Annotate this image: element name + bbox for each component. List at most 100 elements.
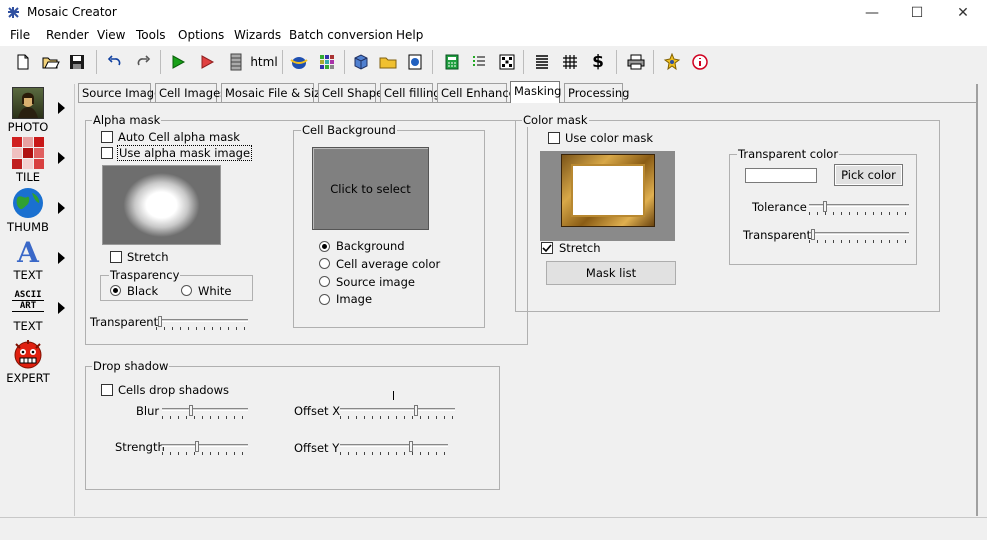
play-green-icon[interactable] xyxy=(167,51,189,73)
dice-grid-icon[interactable] xyxy=(496,51,518,73)
expand-arrow-icon[interactable] xyxy=(58,102,65,114)
sidebar-label-expert: EXPERT xyxy=(6,371,50,385)
tolerance-label: Tolerance xyxy=(752,200,807,214)
sidebar-item-text[interactable]: A TEXT xyxy=(0,234,72,284)
tolerance-slider[interactable] xyxy=(809,201,909,215)
tab-source-image[interactable]: Source Image xyxy=(78,83,161,102)
text-lines-icon[interactable] xyxy=(531,51,553,73)
black-radio-label: Black xyxy=(127,284,159,298)
color-swatch[interactable] xyxy=(745,168,817,183)
menu-render[interactable]: Render xyxy=(46,28,89,42)
redo-icon[interactable] xyxy=(132,51,154,73)
save-icon[interactable] xyxy=(66,51,88,73)
tab-mosaic-file-size[interactable]: Mosaic File & Size xyxy=(221,83,327,102)
html-export-button[interactable]: html xyxy=(250,51,278,73)
color-transparent-slider[interactable] xyxy=(809,229,909,243)
alpha-transparent-slider[interactable] xyxy=(156,316,248,330)
white-radio-label: White xyxy=(198,284,232,298)
menu-view[interactable]: View xyxy=(97,28,125,42)
menu-batch-conversion[interactable]: Batch conversion xyxy=(289,28,393,42)
offset-x-label: Offset X xyxy=(294,404,341,418)
expand-arrow-icon[interactable] xyxy=(58,302,65,314)
color-mask-group: Color mask Use color mask Stretch Mask l… xyxy=(515,113,940,312)
dollar-icon[interactable]: $ xyxy=(587,51,609,73)
background-radio[interactable] xyxy=(319,241,330,252)
open-folder-icon[interactable] xyxy=(40,51,62,73)
settings-star-icon[interactable] xyxy=(661,51,683,73)
use-color-mask-label: Use color mask xyxy=(565,131,654,145)
tab-cell-images[interactable]: Cell Images xyxy=(155,83,226,102)
cells-drop-shadows-checkbox[interactable] xyxy=(101,384,113,396)
sidebar-item-expert[interactable]: EXPERT xyxy=(0,336,72,386)
folder-icon[interactable] xyxy=(377,51,399,73)
expand-arrow-icon[interactable] xyxy=(58,252,65,264)
source-image-label: Source image xyxy=(336,275,415,289)
offset-y-slider[interactable] xyxy=(340,441,448,455)
offset-x-slider[interactable] xyxy=(340,405,455,419)
undo-icon[interactable] xyxy=(104,51,126,73)
maximize-button[interactable]: ☐ xyxy=(894,0,940,26)
use-color-mask-checkbox[interactable] xyxy=(548,132,560,144)
use-alpha-image-checkbox[interactable] xyxy=(101,147,113,159)
globe-icon xyxy=(12,187,44,219)
menu-help[interactable]: Help xyxy=(396,28,423,42)
blur-slider[interactable] xyxy=(162,405,248,419)
sidebar-label-thumb: THUMB xyxy=(7,220,49,234)
alpha-mask-preview[interactable] xyxy=(102,165,221,245)
black-radio[interactable] xyxy=(110,285,121,296)
transparent-color-title: Transparent color xyxy=(737,147,840,161)
expand-arrow-icon[interactable] xyxy=(58,152,65,164)
strength-slider[interactable] xyxy=(162,441,248,455)
new-file-icon[interactable] xyxy=(12,51,34,73)
minimize-button[interactable]: — xyxy=(849,0,895,26)
tab-masking[interactable]: Masking xyxy=(510,81,561,103)
menu-tools[interactable]: Tools xyxy=(136,28,166,42)
alpha-stretch-checkbox[interactable] xyxy=(110,251,122,263)
cube-icon[interactable] xyxy=(350,51,372,73)
globe-render-icon[interactable] xyxy=(288,51,310,73)
tab-processing[interactable]: Processing xyxy=(564,83,629,102)
play-red-icon[interactable] xyxy=(196,51,218,73)
web-page-icon[interactable] xyxy=(404,51,426,73)
sidebar-item-photo[interactable]: PHOTO xyxy=(0,84,72,134)
menu-file[interactable]: File xyxy=(10,28,30,42)
image-radio[interactable] xyxy=(319,294,330,305)
calculator-icon[interactable] xyxy=(441,51,463,73)
sidebar-item-thumb[interactable]: THUMB xyxy=(0,184,72,234)
cell-background-preview[interactable]: Click to select xyxy=(312,147,429,230)
sidebar-label-text: TEXT xyxy=(13,268,43,282)
tab-cell-filling[interactable]: Cell filling xyxy=(380,83,441,102)
expand-arrow-icon[interactable] xyxy=(58,202,65,214)
use-alpha-image-label: Use alpha mask image xyxy=(116,145,253,161)
pick-color-button[interactable]: Pick color xyxy=(834,164,903,186)
grid-colors-icon[interactable] xyxy=(316,51,338,73)
window-title: Mosaic Creator xyxy=(27,5,117,19)
checklist-icon[interactable] xyxy=(468,51,490,73)
auto-cell-alpha-label: Auto Cell alpha mask xyxy=(118,130,240,144)
offset-x-center-mark xyxy=(393,391,394,400)
close-button[interactable]: ✕ xyxy=(940,0,986,26)
white-radio[interactable] xyxy=(181,285,192,296)
color-stretch-checkbox[interactable] xyxy=(541,242,553,254)
blur-label: Blur xyxy=(136,404,160,418)
menu-wizards[interactable]: Wizards xyxy=(234,28,281,42)
click-to-select-text: Click to select xyxy=(330,182,411,196)
cell-background-group: Cell Background Click to select Backgrou… xyxy=(293,123,485,328)
mask-list-button[interactable]: Mask list xyxy=(546,261,676,285)
source-image-radio[interactable] xyxy=(319,276,330,287)
stack-icon[interactable] xyxy=(225,51,247,73)
hash-grid-icon[interactable] xyxy=(559,51,581,73)
color-transparent-label: Transparent xyxy=(743,228,812,242)
menu-options[interactable]: Options xyxy=(178,28,224,42)
sidebar-item-ascii-text[interactable]: ASCII ART TEXT xyxy=(0,284,72,334)
print-icon[interactable] xyxy=(625,51,647,73)
cell-average-color-radio[interactable] xyxy=(319,258,330,269)
frame-mask-preview[interactable] xyxy=(540,151,675,241)
auto-cell-alpha-checkbox[interactable] xyxy=(101,131,113,143)
cells-drop-shadows-label: Cells drop shadows xyxy=(118,383,229,397)
tab-cell-enhance[interactable]: Cell Enhance xyxy=(437,83,516,102)
info-icon[interactable] xyxy=(689,51,711,73)
sidebar-item-tile[interactable]: TILE xyxy=(0,134,72,184)
tab-cell-shape[interactable]: Cell Shape xyxy=(318,83,383,102)
transparent-color-group: Transparent color Pick color Tolerance T… xyxy=(729,147,917,265)
